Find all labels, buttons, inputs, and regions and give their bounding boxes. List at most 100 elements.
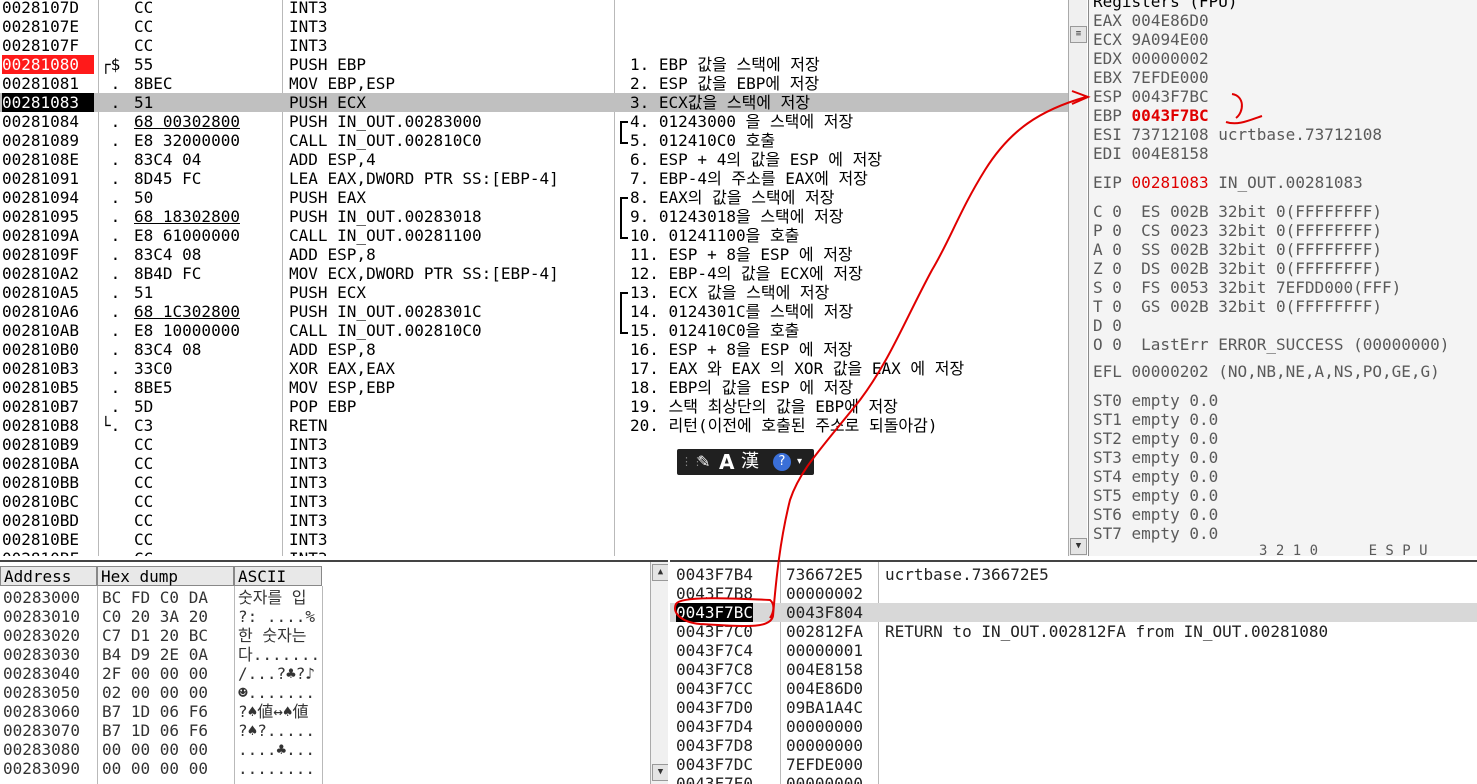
flag-row[interactable]: P 0 CS 0023 32bit 0(FFFFFFFF): [1093, 221, 1382, 240]
disasm-row[interactable]: 002810B5 8BE5 MOV ESP,EBP 18. EBP의 값을 ESP 에…: [0, 378, 1068, 397]
disasm-row[interactable]: 00281089 E8 32000000 CALL IN_OUT.002810C0 5…: [0, 131, 1068, 150]
address-cell[interactable]: 0028109A: [2, 226, 94, 245]
hex-dump-pane[interactable]: Address Hex dump ASCII ▲ ▼ 00283000 BC FD…: [0, 560, 668, 784]
address-cell[interactable]: 00283030: [3, 645, 80, 664]
flag-row[interactable]: S 0 FS 0053 32bit 7EFDD000(FFF): [1093, 278, 1401, 297]
address-cell[interactable]: 00281080: [2, 55, 94, 74]
disasm-row[interactable]: 002810B0 83C4 08 ADD ESP,8 16. ESP + 8을 ESP…: [0, 340, 1068, 359]
scroll-down-icon[interactable]: ▼: [652, 764, 668, 781]
disasm-row[interactable]: 002810BF CC INT3: [0, 549, 1068, 556]
stack-row[interactable]: 0043F7C8 004E8158: [670, 660, 1477, 679]
address-cell[interactable]: 0028107D: [2, 0, 94, 17]
address-cell[interactable]: 002810A6: [2, 302, 94, 321]
registers-pane[interactable]: Registers (FPU) EAX 004E86D0 ECX 9A094E00…: [1088, 0, 1477, 556]
ime-alpha-toggle[interactable]: A: [719, 449, 734, 475]
flag-row[interactable]: T 0 GS 002B 32bit 0(FFFFFFFF): [1093, 297, 1382, 316]
fpu-row[interactable]: ST2 empty 0.0: [1093, 429, 1218, 448]
address-cell[interactable]: 00281094: [2, 188, 94, 207]
disasm-row[interactable]: 002810BB CC INT3: [0, 473, 1068, 492]
stack-row[interactable]: 0043F7E0 00000000: [670, 774, 1477, 784]
fpu-row[interactable]: ST4 empty 0.0: [1093, 467, 1218, 486]
address-cell[interactable]: 00283020: [3, 626, 80, 645]
column-header-ascii[interactable]: ASCII: [234, 566, 322, 586]
address-cell[interactable]: 00281081: [2, 74, 94, 93]
flag-row[interactable]: Z 0 DS 002B 32bit 0(FFFFFFFF): [1093, 259, 1382, 278]
stack-row[interactable]: 0043F7B4 736672E5 ucrtbase.736672E5: [670, 565, 1477, 584]
register-eip[interactable]: EIP 00281083 IN_OUT.00281083: [1093, 173, 1363, 192]
disasm-row[interactable]: 002810BA CC INT3: [0, 454, 1068, 473]
address-cell[interactable]: 00283040: [3, 664, 80, 683]
disasm-row[interactable]: 00281091 8D45 FC LEA EAX,DWORD PTR SS:[EBP…: [0, 169, 1068, 188]
stack-row[interactable]: 0043F7C4 00000001: [670, 641, 1477, 660]
stack-row[interactable]: 0043F7D0 09BA1A4C: [670, 698, 1477, 717]
efl-row[interactable]: EFL 00000202 (NO,NB,NE,A,NS,PO,GE,G): [1093, 362, 1440, 381]
register-value[interactable]: 00281083: [1132, 173, 1209, 192]
dump-row[interactable]: 00283040 2F 00 00 00 /...?♣?♪: [0, 664, 650, 683]
stack-row[interactable]: 0043F7D8 00000000: [670, 736, 1477, 755]
address-cell[interactable]: 00283070: [3, 721, 80, 740]
address-cell[interactable]: 002810BD: [2, 511, 94, 530]
stack-row[interactable]: 0043F7BC 0043F804: [670, 603, 1477, 622]
chevron-down-icon[interactable]: ▾: [797, 449, 802, 475]
scroll-down-icon[interactable]: ▼: [1070, 538, 1087, 555]
register-ecx[interactable]: ECX 9A094E00: [1093, 30, 1209, 49]
address-cell[interactable]: 002810BF: [2, 549, 94, 556]
disasm-row[interactable]: 002810AB E8 10000000 CALL IN_OUT.002810C0 1…: [0, 321, 1068, 340]
disasm-row[interactable]: 00281083 51 PUSH ECX 3. ECX값을 스택에 저장: [0, 93, 1068, 112]
disasm-row[interactable]: 002810A6 68 1C302800 PUSH IN_OUT.0028301C 1…: [0, 302, 1068, 321]
stack-row[interactable]: 0043F7D4 00000000: [670, 717, 1477, 736]
address-cell[interactable]: 00281095: [2, 207, 94, 226]
dump-row[interactable]: 00283080 00 00 00 00 ....♣...: [0, 740, 650, 759]
fpu-row[interactable]: ST0 empty 0.0: [1093, 391, 1218, 410]
dump-row[interactable]: 00283010 C0 20 3A 20 ?: ....%: [0, 607, 650, 626]
ime-brush-icon[interactable]: ✎: [697, 449, 710, 475]
address-cell[interactable]: 00281089: [2, 131, 94, 150]
address-cell[interactable]: 00283060: [3, 702, 80, 721]
flag-row[interactable]: A 0 SS 002B 32bit 0(FFFFFFFF): [1093, 240, 1382, 259]
dump-row[interactable]: 00283090 00 00 00 00........: [0, 759, 650, 778]
address-cell[interactable]: 0028107E: [2, 17, 94, 36]
fpu-row[interactable]: ST1 empty 0.0: [1093, 410, 1218, 429]
disasm-row[interactable]: 002810A2 8B4D FC MOV ECX,DWORD PTR SS:[EBP…: [0, 264, 1068, 283]
address-cell[interactable]: 002810B5: [2, 378, 94, 397]
address-cell[interactable]: 0043F7DC: [676, 755, 753, 774]
stack-row[interactable]: 0043F7C0 002812FA RETURN to IN_OUT.002812F…: [670, 622, 1477, 641]
register-value[interactable]: 0043F7BC: [1132, 106, 1209, 125]
ime-hanja-toggle[interactable]: 漢: [741, 449, 759, 475]
dump-scrollbar[interactable]: ▲ ▼: [650, 562, 668, 784]
address-cell[interactable]: 0043F7D4: [676, 717, 753, 736]
register-eax[interactable]: EAX 004E86D0: [1093, 11, 1209, 30]
register-edx[interactable]: EDX 00000002: [1093, 49, 1209, 68]
register-edi[interactable]: EDI 004E8158: [1093, 144, 1209, 163]
fpu-row[interactable]: ST5 empty 0.0: [1093, 486, 1218, 505]
address-cell[interactable]: 002810BE: [2, 530, 94, 549]
dump-row[interactable]: 00283020 C7 D1 20 BC 한 숫자는: [0, 626, 650, 645]
disasm-row[interactable]: 002810BD CC INT3: [0, 511, 1068, 530]
address-cell[interactable]: 0043F7C0: [676, 622, 753, 641]
flag-row[interactable]: C 0 ES 002B 32bit 0(FFFFFFFF): [1093, 202, 1382, 221]
register-value[interactable]: 0043F7BC: [1132, 87, 1209, 106]
address-cell[interactable]: 002810BC: [2, 492, 94, 511]
stack-row[interactable]: 0043F7DC 7EFDE000: [670, 755, 1477, 774]
disasm-row[interactable]: 00281094 50 PUSH EAX 8. EAX의 값을 스택에 저장: [0, 188, 1068, 207]
address-cell[interactable]: 00281084: [2, 112, 94, 131]
fpu-row[interactable]: ST3 empty 0.0: [1093, 448, 1218, 467]
disasm-row[interactable]: 0028108E 83C4 04 ADD ESP,4 6. ESP + 4의 값을 E…: [0, 150, 1068, 169]
address-cell[interactable]: 0028109F: [2, 245, 94, 264]
fpu-row[interactable]: ST6 empty 0.0: [1093, 505, 1218, 524]
disasm-row[interactable]: 00281084 68 00302800 PUSH IN_OUT.00283000 4…: [0, 112, 1068, 131]
address-cell[interactable]: 0043F7BC: [676, 603, 754, 622]
address-cell[interactable]: 0043F7CC: [676, 679, 753, 698]
address-cell[interactable]: 002810B9: [2, 435, 94, 454]
stack-pane[interactable]: 0043F7B4 736672E5 ucrtbase.736672E5 0043F7B…: [670, 560, 1477, 784]
disasm-row[interactable]: 002810A5 51 PUSH ECX 13. ECX 값을 스택에 저장: [0, 283, 1068, 302]
fpu-row[interactable]: ST7 empty 0.0: [1093, 524, 1218, 543]
address-cell[interactable]: 00283050: [3, 683, 80, 702]
disasm-row[interactable]: 0028109A E8 61000000 CALL IN_OUT.00281100 1…: [0, 226, 1068, 245]
address-cell[interactable]: 002810A2: [2, 264, 94, 283]
disasm-row[interactable]: 00281081 8BEC MOV EBP,ESP 2. ESP 값을 EBP에 저장: [0, 74, 1068, 93]
address-cell[interactable]: 002810AB: [2, 321, 94, 340]
address-cell[interactable]: 00281091: [2, 169, 94, 188]
disassembly-pane[interactable]: 0028107D CC INT3 0028107E CC INT3 0028107F CC IN…: [0, 0, 1068, 556]
address-cell[interactable]: 0043F7B8: [676, 584, 753, 603]
